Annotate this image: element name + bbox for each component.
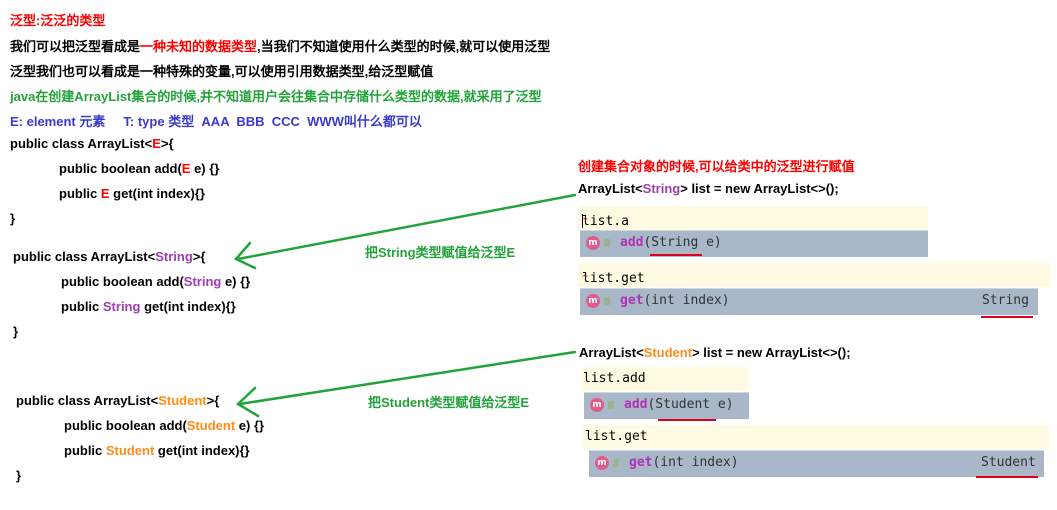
method-icon: m [586, 236, 600, 250]
right-heading: 创建集合对象的时候,可以给类中的泛型进行赋值 [578, 159, 855, 174]
code-input-3[interactable]: list.add [581, 367, 749, 391]
method-name: get [629, 455, 653, 470]
code-input-2[interactable]: list.get ~ [578, 263, 1051, 287]
code-input-4[interactable]: list.get [583, 425, 1049, 449]
squiggle-icon: ~ [582, 271, 589, 282]
code-text: > list = new ArrayList<>(); [680, 181, 839, 196]
typed-text: list.get [582, 271, 645, 286]
type-arg: Student [643, 345, 693, 360]
code-text: ArrayList< [579, 345, 644, 360]
underline [981, 316, 1033, 318]
string-list-decl: ArrayList<String> list = new ArrayList<>… [578, 181, 839, 196]
return-type: Student [981, 455, 1036, 470]
lock-icon [613, 459, 619, 467]
code-text: > list = new ArrayList<>(); [692, 345, 851, 360]
input-text: list.get [585, 429, 648, 444]
method-params: (int index) [652, 455, 739, 470]
underline [650, 254, 702, 256]
suggestion-method: add(Student e) [624, 397, 734, 412]
method-params: (Student e) [647, 397, 734, 412]
arrow-string [236, 193, 577, 261]
method-icon: m [586, 294, 600, 308]
suggestion-add-student[interactable]: m add(Student e) [584, 392, 749, 419]
method-icon: m [590, 398, 604, 412]
suggestion-method: get(int index) [629, 455, 739, 470]
lock-icon [604, 297, 610, 305]
method-params: (String e) [643, 235, 722, 250]
method-name: add [620, 235, 644, 250]
method-params: (int index) [643, 293, 730, 308]
code-input-1[interactable]: list.a ~ [578, 206, 928, 230]
suggestion-add-string[interactable]: m add(String e) [580, 230, 928, 257]
lock-icon [608, 401, 614, 409]
arrow-student [238, 350, 577, 406]
suggestion-get-string[interactable]: m get(int index) String [580, 288, 1038, 315]
method-icon: m [595, 456, 609, 470]
method-name: add [624, 397, 648, 412]
return-type: String [982, 293, 1029, 308]
lock-icon [604, 239, 610, 247]
code-text: ArrayList< [578, 181, 643, 196]
student-list-decl: ArrayList<Student> list = new ArrayList<… [579, 345, 851, 360]
squiggle-icon: ~ [582, 214, 589, 225]
method-name: get [620, 293, 644, 308]
underline [658, 419, 716, 421]
input-text: list.add [583, 371, 646, 386]
suggestion-method: get(int index) [620, 293, 730, 308]
typed-text: list.a [582, 214, 629, 229]
suggestion-get-student[interactable]: m get(int index) Student [589, 450, 1044, 477]
type-arg: String [642, 181, 681, 196]
underline [976, 476, 1038, 478]
suggestion-method: add(String e) [620, 235, 722, 250]
